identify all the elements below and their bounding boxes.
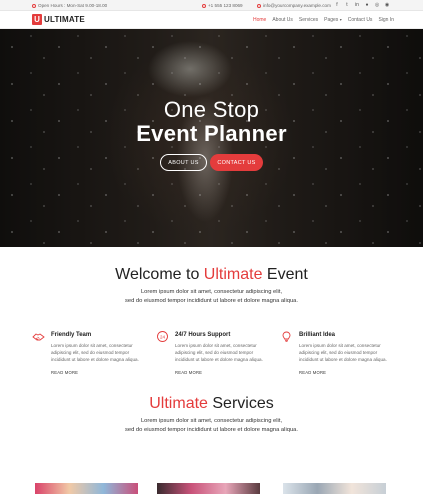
feature-text: Lorem ipsum dolor sit amet, consectetur … xyxy=(51,343,139,363)
welcome-heading: Welcome to Ultimate Event xyxy=(0,266,423,284)
service-image-3[interactable] xyxy=(283,483,386,494)
welcome-description: Lorem ipsum dolor sit amet, consectetur … xyxy=(0,288,423,305)
logo-mark: U xyxy=(32,14,42,25)
site-logo[interactable]: U ULTIMATE xyxy=(32,14,85,25)
services-line-2: sed do eiusmod tempor incididunt ut labo… xyxy=(124,426,299,433)
facebook-icon[interactable]: f xyxy=(334,2,340,8)
mail-icon xyxy=(257,3,261,8)
open-hours: Open Hours : Mon-Sat 9.00-18.00 xyxy=(32,3,107,8)
read-more-link[interactable]: READ MORE xyxy=(175,370,202,375)
clock-icon xyxy=(32,3,36,8)
service-image-1[interactable] xyxy=(35,483,138,494)
social-links: f t in ● ◎ ◉ xyxy=(334,2,390,8)
open-hours-text: Open Hours : Mon-Sat 9.00-18.00 xyxy=(38,3,108,8)
logo-text: ULTIMATE xyxy=(44,15,85,24)
nav-menu: Home About Us Services Pages ▾ Contact U… xyxy=(253,17,394,23)
chevron-down-icon: ▾ xyxy=(339,17,342,22)
top-info-bar: Open Hours : Mon-Sat 9.00-18.00 +1 555 1… xyxy=(0,0,423,11)
main-navbar: U ULTIMATE Home About Us Services Pages … xyxy=(0,11,423,29)
phone-icon xyxy=(202,3,206,8)
phone-text: +1 555 123 8069 xyxy=(208,3,243,8)
linkedin-icon[interactable]: in xyxy=(354,2,360,8)
feature-text: Lorem ipsum dolor sit amet, consectetur … xyxy=(175,343,263,363)
nav-item-contact[interactable]: Contact Us xyxy=(348,17,373,23)
read-more-link[interactable]: READ MORE xyxy=(299,370,326,375)
service-image-2[interactable] xyxy=(157,483,260,494)
instagram-icon[interactable]: ◎ xyxy=(374,2,380,8)
nav-item-pages-label: Pages xyxy=(324,17,339,23)
feature-title: Brilliant Idea xyxy=(299,332,336,338)
handshake-icon xyxy=(32,333,45,341)
read-more-link[interactable]: READ MORE xyxy=(51,370,78,375)
email-text: info@yourcompany.example.com xyxy=(263,3,331,8)
services-line-1: Lorem ipsum dolor sit amet, consectetur … xyxy=(140,418,283,424)
svg-text:24: 24 xyxy=(160,334,166,339)
contact-us-button[interactable]: CONTACT US xyxy=(210,154,263,171)
nav-item-services[interactable]: Services xyxy=(299,17,318,23)
phone-number[interactable]: +1 555 123 8069 xyxy=(202,3,243,8)
nav-item-pages[interactable]: Pages ▾ xyxy=(324,17,342,23)
services-heading-post: Services xyxy=(207,395,274,412)
welcome-heading-post: Event xyxy=(262,266,308,283)
about-us-button[interactable]: ABOUT US xyxy=(160,154,207,171)
services-heading: Ultimate Services xyxy=(0,395,423,413)
welcome-heading-accent: Ultimate xyxy=(203,266,263,283)
pinterest-icon[interactable]: ● xyxy=(364,2,370,8)
hero-banner: One Stop Event Planner ABOUT US CONTACT … xyxy=(0,29,423,247)
feature-text: Lorem ipsum dolor sit amet, consectetur … xyxy=(299,343,387,363)
twitter-icon[interactable]: t xyxy=(344,2,350,8)
feature-title: 24/7 Hours Support xyxy=(175,332,231,338)
feature-title: Friendly Team xyxy=(51,332,92,338)
nav-item-home[interactable]: Home xyxy=(253,17,266,23)
lightbulb-icon xyxy=(282,331,291,342)
nav-item-signin[interactable]: Sign In xyxy=(378,17,394,23)
email-address[interactable]: info@yourcompany.example.com xyxy=(257,3,331,8)
services-heading-accent: Ultimate xyxy=(149,395,208,412)
welcome-line-1: Lorem ipsum dolor sit amet, consectetur … xyxy=(140,289,283,295)
welcome-heading-pre: Welcome to xyxy=(115,266,204,283)
hero-title-line1: One Stop xyxy=(163,97,260,122)
services-description: Lorem ipsum dolor sit amet, consectetur … xyxy=(0,417,423,434)
welcome-line-2: sed do eiusmod tempor incididunt ut labo… xyxy=(124,297,299,304)
support-24-7-icon: 24 xyxy=(157,331,168,342)
github-icon[interactable]: ◉ xyxy=(384,2,390,8)
hero-title-line2: Event Planner xyxy=(136,121,287,146)
nav-item-about[interactable]: About Us xyxy=(272,17,293,23)
